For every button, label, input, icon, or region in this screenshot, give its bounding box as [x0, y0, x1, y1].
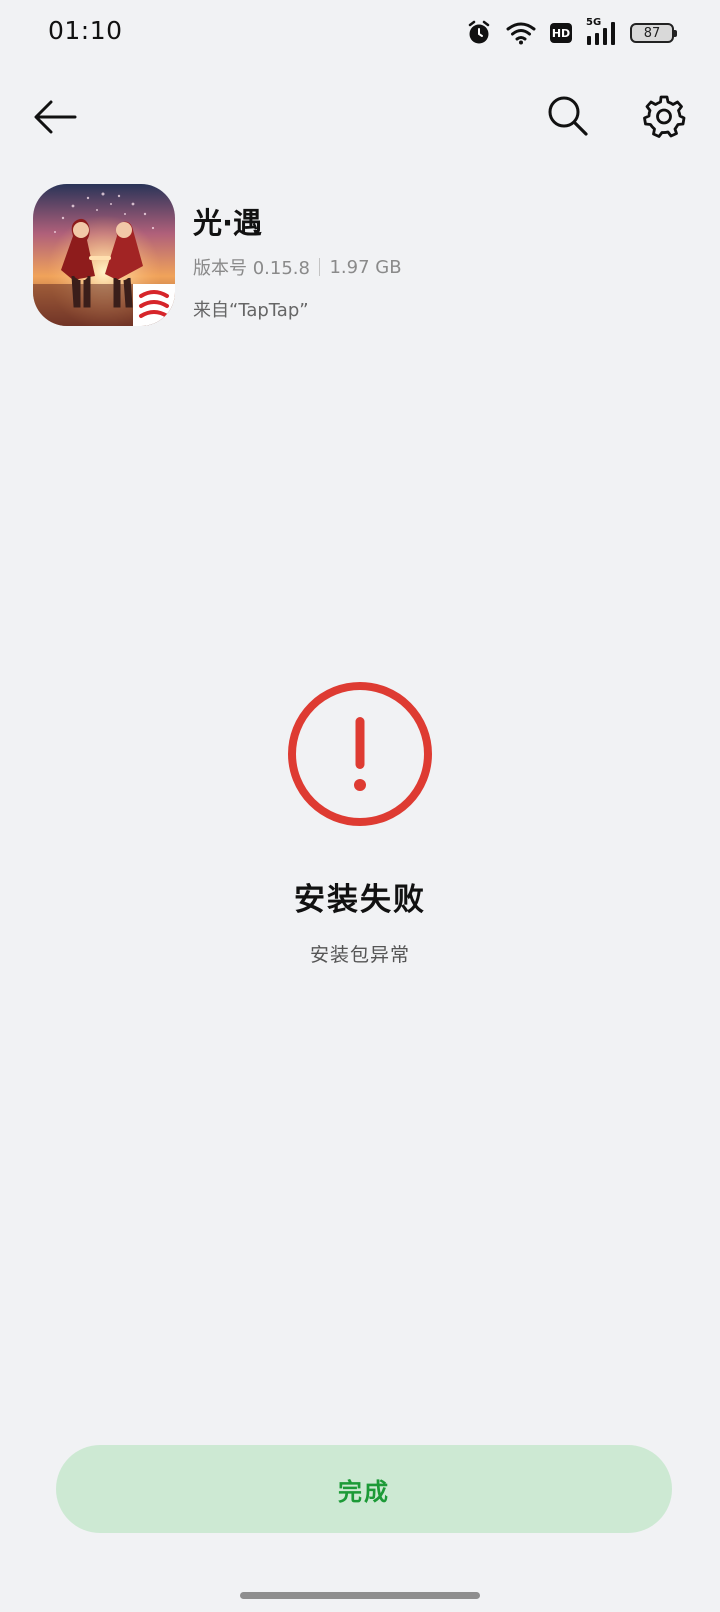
- exclamation-circle-icon: [285, 679, 435, 829]
- settings-button[interactable]: [638, 90, 690, 142]
- hd-icon: HD: [550, 23, 572, 43]
- battery-icon: 87: [630, 23, 677, 43]
- app-meta: 版本号 0.15.8 1.97 GB: [193, 254, 402, 280]
- signal-5g-icon: 5G: [586, 18, 616, 46]
- app-icon: [33, 184, 175, 326]
- search-icon: [548, 96, 588, 136]
- back-button[interactable]: [30, 92, 80, 142]
- result-reason: 安装包异常: [309, 944, 410, 966]
- battery-level: 87: [643, 25, 661, 41]
- meta-divider: [318, 258, 321, 276]
- app-size: 1.97 GB: [329, 256, 402, 278]
- app-info: 光·遇 版本号 0.15.8 1.97 GB 来自“TapTap”: [33, 184, 683, 329]
- alarm-icon: [466, 20, 492, 46]
- done-button[interactable]: 完成: [56, 1445, 672, 1533]
- app-version: 版本号 0.15.8: [193, 258, 310, 279]
- search-button[interactable]: [542, 90, 594, 142]
- status-icons: HD 5G 87: [466, 18, 677, 48]
- app-source: 来自“TapTap”: [193, 300, 309, 321]
- status-bar: 01:10 HD 5G 87: [0, 0, 720, 64]
- top-nav: [0, 80, 720, 152]
- app-name: 光·遇: [193, 206, 263, 240]
- result-title: 安装失败: [294, 882, 426, 918]
- home-indicator[interactable]: [240, 1592, 480, 1599]
- gear-icon: [643, 95, 686, 138]
- status-time: 01:10: [48, 16, 123, 45]
- wifi-icon: [506, 21, 536, 45]
- back-arrow-icon: [34, 100, 77, 134]
